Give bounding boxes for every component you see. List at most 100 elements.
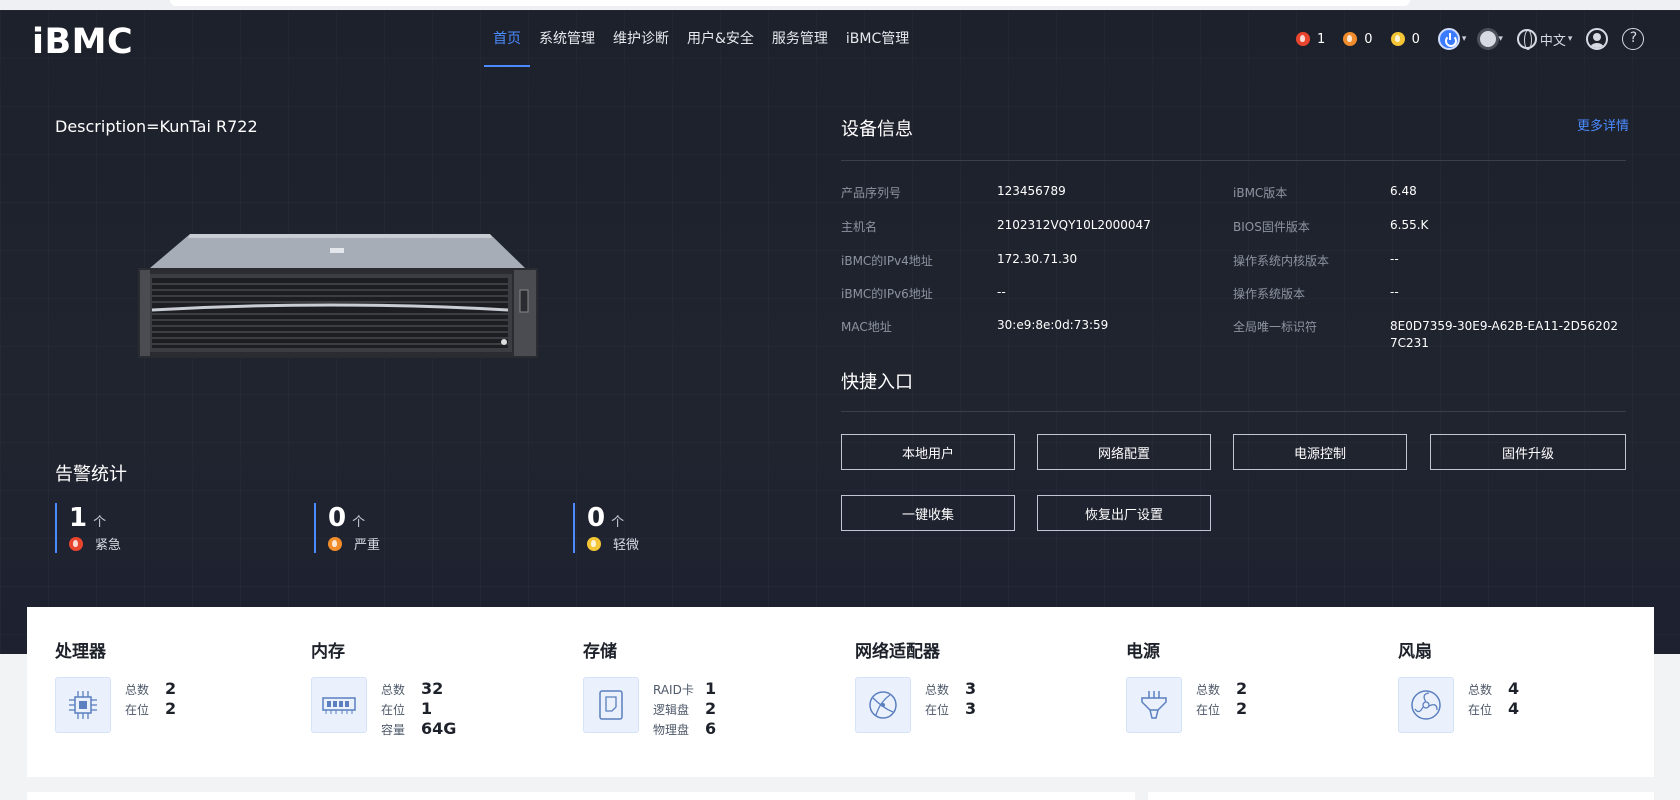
hw-stats: 总数 4 在位 4 (1468, 679, 1519, 719)
hw-title: 风扇 (1398, 642, 1432, 662)
hardware-summary-card: 处理器 总数 2 在位 2 内存 总数 32 在位 1 容量 64G 存储 RAID卡 1 … (27, 607, 1654, 777)
bios-version-label: BIOS固件版本 (1233, 220, 1310, 234)
ibmc-version-label: iBMC版本 (1233, 186, 1288, 200)
hw-title: 处理器 (55, 642, 106, 662)
ipv4-label: iBMC的IPv4地址 (841, 254, 933, 268)
hw-network-adapter[interactable]: 网络适配器 总数 3 在位 3 (855, 607, 1105, 777)
alarm-unit: 个 (611, 515, 625, 530)
alarm-unit: 个 (352, 515, 366, 530)
ipv6-label: iBMC的IPv6地址 (841, 287, 933, 301)
language-menu[interactable]: 中文 ▾ (1516, 29, 1572, 50)
header-alarm-count: 0 (1411, 31, 1420, 47)
ipv6-value: -- (997, 285, 1006, 299)
network-config-button[interactable]: 网络配置 (1037, 434, 1211, 470)
stat-label: 总数 (1468, 683, 1493, 697)
stat-value: 1 (421, 699, 433, 718)
bulb-icon (1480, 31, 1497, 47)
alarm-unit: 个 (93, 515, 107, 530)
stat-value: 3 (965, 699, 977, 718)
alarm-label: 紧急 (95, 538, 122, 553)
app-logo: iBMC (32, 22, 134, 62)
bios-version-value: 6.55.K (1390, 218, 1429, 232)
hw-stats: 总数 3 在位 3 (925, 679, 976, 719)
alarm-stat-major[interactable]: 0个 严重 (314, 503, 554, 553)
hw-stats: RAID卡 1 逻辑盘 2 物理盘 6 (653, 679, 716, 739)
local-users-button[interactable]: 本地用户 (841, 434, 1015, 470)
one-click-collect-button[interactable]: 一键收集 (841, 495, 1015, 531)
nav-item-ibmc[interactable]: iBMC管理 (837, 10, 918, 66)
stat-value: 2 (165, 679, 177, 698)
stat-label: 在位 (1196, 703, 1221, 717)
nav-item-maintenance[interactable]: 维护诊断 (604, 10, 678, 66)
divider (841, 411, 1626, 412)
hostname-label: 主机名 (841, 220, 878, 234)
divider (841, 160, 1626, 161)
hw-title: 内存 (311, 642, 345, 662)
alarm-stat-minor[interactable]: 0个 轻微 (573, 503, 813, 553)
stat-value: 32 (421, 679, 444, 698)
stat-label: 在位 (125, 703, 150, 717)
stat-value: 1 (705, 679, 717, 698)
nav-item-home[interactable]: 首页 (484, 10, 530, 67)
alarm-label: 严重 (354, 538, 381, 553)
bottom-panel-left (27, 792, 1135, 800)
hostname-value: 2102312VQY10L2000047 (997, 218, 1151, 232)
stat-label: 总数 (381, 683, 406, 697)
alarm-stats-title: 告警统计 (55, 464, 127, 485)
minor-alarm-icon (1390, 32, 1405, 46)
stat-value: 2 (165, 699, 177, 718)
kernel-version-label: 操作系统内核版本 (1233, 254, 1330, 268)
alarm-label: 轻微 (613, 538, 640, 553)
ibmc-version-value: 6.48 (1390, 184, 1417, 198)
stat-label: 物理盘 (653, 723, 690, 737)
alarm-stat-critical[interactable]: 1个 紧急 (55, 503, 295, 553)
hw-power-supply[interactable]: 电源 总数 2 在位 2 (1126, 607, 1376, 777)
hw-storage[interactable]: 存储 RAID卡 1 逻辑盘 2 物理盘 6 (583, 607, 833, 777)
cpu-icon (55, 677, 111, 733)
header-alarm-critical[interactable]: 1 (1296, 32, 1325, 47)
kernel-version-value: -- (1390, 252, 1399, 266)
power-control-button[interactable]: 电源控制 (1233, 434, 1407, 470)
nav-item-user-security[interactable]: 用户&安全 (678, 10, 763, 66)
bottom-panel-right (1148, 792, 1654, 800)
more-details-link[interactable]: 更多详情 (1577, 115, 1629, 134)
header-tools: 1 0 0 ▾ ▾ 中文 ▾ ? (1296, 26, 1658, 52)
locate-led-menu[interactable]: ▾ (1480, 31, 1503, 47)
power-supply-icon (1126, 677, 1182, 733)
hw-stats: 总数 2 在位 2 (1196, 679, 1247, 719)
stat-value: 3 (965, 679, 977, 698)
hw-title: 电源 (1126, 642, 1160, 662)
chevron-down-icon: ▾ (1461, 34, 1467, 44)
stat-label: RAID卡 (653, 683, 694, 697)
hw-title: 网络适配器 (855, 642, 940, 662)
factory-reset-button[interactable]: 恢复出厂设置 (1037, 495, 1211, 531)
browser-address-chip (170, 0, 1410, 6)
hw-memory[interactable]: 内存 总数 32 在位 1 容量 64G (311, 607, 561, 777)
critical-alarm-icon (69, 536, 83, 551)
language-label: 中文 (1539, 33, 1566, 49)
user-menu[interactable] (1586, 28, 1609, 50)
nav-item-services[interactable]: 服务管理 (763, 10, 837, 66)
power-menu[interactable]: ▾ (1437, 28, 1467, 50)
major-alarm-icon (328, 536, 342, 551)
stat-value: 4 (1508, 699, 1520, 718)
alarm-count: 0 (587, 503, 606, 533)
power-icon (1437, 28, 1460, 50)
top-bar: iBMC 首页 系统管理 维护诊断 用户&安全 服务管理 iBMC管理 1 0 … (0, 10, 1680, 70)
stat-value: 2 (1236, 679, 1248, 698)
header-alarm-minor[interactable]: 0 (1390, 31, 1420, 47)
minor-alarm-icon (587, 536, 601, 551)
nav-item-system[interactable]: 系统管理 (530, 10, 604, 66)
hw-processor[interactable]: 处理器 总数 2 在位 2 (55, 607, 305, 777)
os-version-label: 操作系统版本 (1233, 287, 1306, 301)
server-image (138, 234, 538, 358)
os-version-value: -- (1390, 285, 1399, 299)
mac-label: MAC地址 (841, 320, 892, 334)
help-button[interactable]: ? (1622, 28, 1645, 50)
stat-label: 总数 (125, 683, 150, 697)
firmware-upgrade-button[interactable]: 固件升级 (1430, 434, 1626, 470)
quick-entry-title: 快捷入口 (841, 372, 913, 393)
browser-strip (0, 0, 1680, 10)
header-alarm-major[interactable]: 0 (1343, 32, 1373, 47)
hw-fan[interactable]: 风扇 总数 4 在位 4 (1398, 607, 1638, 777)
